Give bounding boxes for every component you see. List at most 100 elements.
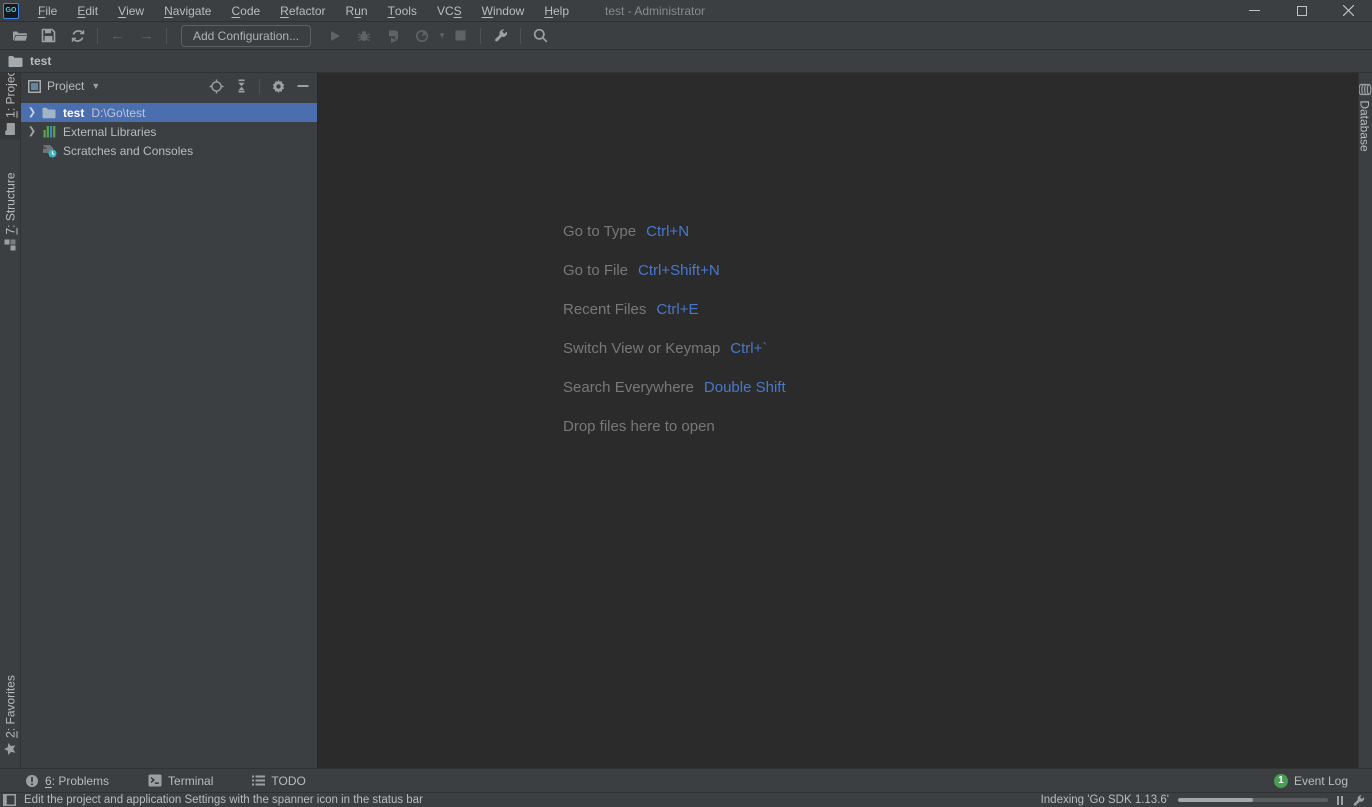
save-all-icon[interactable]	[40, 27, 57, 44]
tab-label: Terminal	[168, 774, 213, 788]
problems-icon	[25, 774, 39, 788]
menu-view[interactable]: View	[108, 0, 154, 21]
tool-window-tab-project[interactable]: 1: Project	[0, 73, 21, 140]
project-tree: ❯ test D:\Go\test ❯ External Libraries S…	[21, 99, 317, 160]
indexing-progress-fill	[1178, 798, 1253, 802]
debug-icon[interactable]	[355, 27, 372, 44]
folder-icon	[42, 107, 56, 119]
tool-window-tab-problems[interactable]: 6: Problems	[25, 774, 109, 788]
header-separator	[259, 79, 260, 94]
navigation-bar: test	[0, 50, 1372, 73]
status-bar: Edit the project and application Setting…	[0, 792, 1372, 807]
tab-label: 6: Problems	[45, 774, 109, 788]
tree-row-external-libraries[interactable]: ❯ External Libraries	[21, 122, 317, 141]
shortcut-label: Recent Files	[563, 301, 646, 318]
tool-window-tab-database[interactable]: Database	[1358, 73, 1372, 164]
hide-panel-icon[interactable]	[297, 80, 309, 92]
expand-chevron-icon[interactable]: ❯	[23, 107, 41, 118]
toolbar-separator	[480, 28, 481, 44]
project-view-selector[interactable]: Project	[47, 79, 84, 93]
shortcut-label: Go to Type	[563, 223, 636, 240]
tab-label: Event Log	[1294, 774, 1348, 788]
profiler-icon[interactable]	[413, 27, 430, 44]
shortcut-keys: Double Shift	[704, 379, 786, 396]
tool-window-tab-todo[interactable]: TODO	[252, 774, 305, 788]
tool-window-tab-structure[interactable]: 7: Structure	[0, 168, 21, 256]
run-icon[interactable]	[326, 27, 343, 44]
menu-navigate[interactable]: Navigate	[154, 0, 221, 21]
indexing-status-text: Indexing 'Go SDK 1.13.6'	[1041, 794, 1169, 806]
minimize-button[interactable]	[1231, 0, 1278, 21]
tool-window-toggle-icon[interactable]	[3, 794, 16, 806]
profiler-dropdown-caret-icon[interactable]: ▼	[438, 31, 446, 40]
run-with-coverage-icon[interactable]	[384, 27, 401, 44]
menu-window[interactable]: Window	[472, 0, 535, 21]
stop-icon[interactable]	[452, 27, 469, 44]
tree-row-test[interactable]: ❯ test D:\Go\test	[21, 103, 317, 122]
spanner-icon[interactable]	[1352, 794, 1365, 807]
bottom-tool-window-bar: 6: Problems Terminal TODO 1 Event Log	[0, 768, 1372, 792]
chevron-down-icon: ▼	[91, 81, 100, 91]
menu-refactor[interactable]: Refactor	[270, 0, 335, 21]
wrench-settings-icon[interactable]	[492, 27, 509, 44]
title-bar: GO File Edit View Navigate Code Refactor…	[0, 0, 1372, 22]
tree-item-name: Scratches and Consoles	[63, 144, 193, 158]
tree-item-name: External Libraries	[63, 125, 156, 139]
search-everywhere-icon[interactable]	[532, 27, 549, 44]
shortcut-label: Go to File	[563, 262, 628, 279]
tab-label: 2: Favorites	[3, 675, 17, 738]
menu-edit[interactable]: Edit	[67, 0, 108, 21]
close-button[interactable]	[1325, 0, 1372, 21]
database-icon	[1359, 83, 1372, 95]
project-panel-header: Project ▼	[21, 73, 317, 99]
sync-refresh-icon[interactable]	[69, 27, 86, 44]
indexing-progress-bar	[1178, 798, 1328, 802]
empty-state-shortcuts: Go to TypeCtrl+N Go to FileCtrl+Shift+N …	[563, 212, 786, 446]
add-configuration-button[interactable]: Add Configuration...	[181, 25, 311, 47]
folder-icon	[8, 55, 23, 68]
maximize-button[interactable]	[1278, 0, 1325, 21]
tool-window-tab-terminal[interactable]: Terminal	[148, 774, 213, 788]
star-icon	[4, 743, 17, 756]
tab-label: Database	[1358, 100, 1372, 151]
window-title: test - Administrator	[605, 4, 705, 18]
open-folder-icon[interactable]	[11, 27, 28, 44]
menu-code[interactable]: Code	[221, 0, 270, 21]
tool-window-tab-favorites[interactable]: 2: Favorites	[0, 674, 21, 758]
terminal-icon	[148, 774, 162, 787]
forward-arrow-icon[interactable]: →	[138, 27, 155, 44]
shortcut-label: Switch View or Keymap	[563, 340, 720, 357]
menu-help[interactable]: Help	[534, 0, 579, 21]
menu-run[interactable]: Run	[336, 0, 378, 21]
locate-file-icon[interactable]	[209, 79, 224, 94]
tab-label: 7: Structure	[3, 172, 17, 234]
toolbar-separator	[97, 28, 98, 44]
back-arrow-icon[interactable]: ←	[109, 27, 126, 44]
shortcut-keys: Ctrl+Shift+N	[638, 262, 720, 279]
project-view-icon	[28, 80, 41, 93]
tab-label: 1: Project	[3, 73, 17, 118]
gear-icon[interactable]	[271, 79, 286, 94]
menu-vcs[interactable]: VCS	[427, 0, 472, 21]
pause-indexing-icon[interactable]	[1337, 796, 1343, 805]
main-toolbar: ← → Add Configuration... ▼	[0, 22, 1372, 50]
breadcrumb-project[interactable]: test	[30, 54, 51, 68]
collapse-all-icon[interactable]	[235, 79, 248, 93]
expand-chevron-icon[interactable]: ❯	[23, 126, 41, 137]
event-log-button[interactable]: 1 Event Log	[1274, 774, 1348, 788]
scratches-icon	[42, 144, 57, 158]
tree-item-path: D:\Go\test	[91, 106, 145, 120]
tree-row-scratches[interactable]: Scratches and Consoles	[21, 141, 317, 160]
status-message: Edit the project and application Setting…	[24, 794, 423, 806]
left-tool-window-stripe: 1: Project 7: Structure 2: Favorites	[0, 73, 21, 768]
editor-area: Go to TypeCtrl+N Go to FileCtrl+Shift+N …	[318, 73, 1358, 768]
structure-icon	[5, 240, 16, 251]
todo-list-icon	[252, 775, 265, 786]
menu-file[interactable]: File	[28, 0, 67, 21]
shortcut-keys: Ctrl+N	[646, 223, 689, 240]
external-libraries-icon	[43, 125, 56, 138]
right-tool-window-stripe: Database	[1358, 73, 1372, 768]
folder-icon	[5, 123, 16, 136]
menu-tools[interactable]: Tools	[378, 0, 427, 21]
drop-files-hint: Drop files here to open	[563, 418, 715, 435]
